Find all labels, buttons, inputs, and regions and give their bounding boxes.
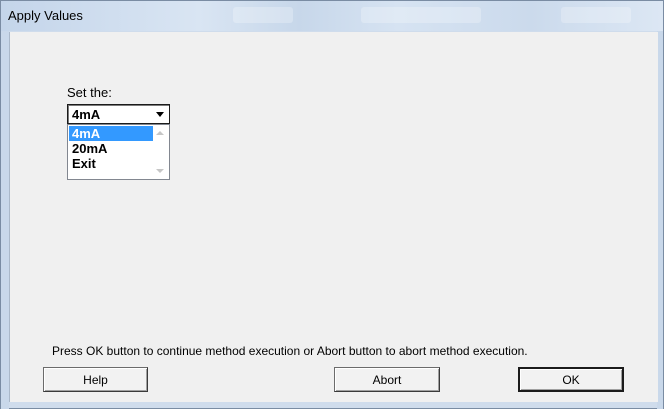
combobox-value: 4mA bbox=[72, 107, 101, 122]
dropdown-scrollbar[interactable] bbox=[153, 126, 168, 178]
scroll-up-icon[interactable] bbox=[156, 131, 164, 135]
apply-values-window: Apply Values Set the: 4mA 4mA 20mA Exit … bbox=[0, 0, 664, 409]
ok-button[interactable]: OK bbox=[518, 367, 624, 392]
titlebar-glass-highlight bbox=[361, 7, 481, 23]
title-bar[interactable]: Apply Values bbox=[1, 1, 663, 31]
list-item-exit[interactable]: Exit bbox=[69, 156, 153, 171]
scroll-down-icon[interactable] bbox=[156, 169, 164, 173]
list-item-20ma[interactable]: 20mA bbox=[69, 141, 153, 156]
instruction-message: Press OK button to continue method execu… bbox=[52, 344, 528, 358]
dialog-client-area: Set the: 4mA 4mA 20mA Exit Press OK butt… bbox=[9, 32, 658, 402]
set-the-label: Set the: bbox=[67, 85, 112, 100]
list-item-4ma[interactable]: 4mA bbox=[69, 126, 153, 141]
window-title: Apply Values bbox=[8, 8, 83, 23]
titlebar-glass-highlight bbox=[561, 7, 631, 23]
chevron-down-icon[interactable] bbox=[152, 106, 168, 122]
titlebar-glass-highlight bbox=[233, 7, 293, 23]
value-combobox[interactable]: 4mA bbox=[67, 104, 170, 124]
abort-button[interactable]: Abort bbox=[334, 367, 440, 392]
help-button[interactable]: Help bbox=[43, 367, 148, 392]
window-frame-left bbox=[1, 31, 9, 409]
value-dropdown-list: 4mA 20mA Exit bbox=[67, 124, 170, 180]
